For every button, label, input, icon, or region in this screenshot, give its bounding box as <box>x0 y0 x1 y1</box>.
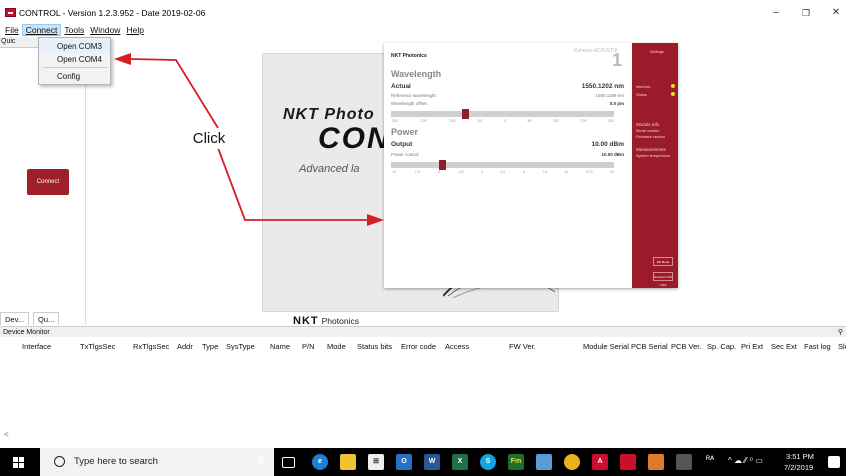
pin-icon[interactable]: ⚲ <box>838 327 843 338</box>
acrobat-icon[interactable]: A <box>592 454 608 470</box>
column-header[interactable]: PCB Ver. <box>671 342 701 351</box>
menu-config[interactable]: Config <box>39 70 110 83</box>
column-header[interactable]: Module Serial <box>583 342 629 351</box>
column-header[interactable]: Sec Ext <box>771 342 797 351</box>
clock-date[interactable]: 7/2/2019 <box>784 463 813 472</box>
people-icon[interactable]: ᴿᴬ <box>706 454 714 464</box>
device-monitor-header: Interface TxTlgsSec RxTlgsSec Addr Type SysTy… <box>0 342 846 354</box>
column-header[interactable]: TxTlgsSec <box>80 342 115 351</box>
menu-open-com4[interactable]: Open COM4 <box>39 53 110 66</box>
store-icon[interactable]: ⊞ <box>368 454 384 470</box>
column-header[interactable]: Access <box>445 342 469 351</box>
column-header[interactable]: Pri Ext <box>741 342 763 351</box>
search-placeholder: Type here to search <box>74 456 158 467</box>
excel-icon[interactable]: X <box>452 454 468 470</box>
column-header[interactable]: Fast log <box>804 342 831 351</box>
column-header[interactable]: PCB Serial <box>631 342 668 351</box>
windows-logo-icon <box>13 457 24 468</box>
column-header[interactable]: Slo <box>838 342 846 351</box>
device-monitor-table <box>0 355 846 428</box>
control-app-icon[interactable] <box>620 454 636 470</box>
column-header[interactable]: FW Ver. <box>509 342 536 351</box>
column-header[interactable]: Type <box>202 342 218 351</box>
word-icon[interactable]: W <box>424 454 440 470</box>
action-center-icon[interactable] <box>828 456 840 468</box>
snip-icon[interactable] <box>648 454 664 470</box>
microphone-icon[interactable]: 🎙 <box>254 455 267 466</box>
app-icon-misc[interactable] <box>676 454 692 470</box>
cortana-icon <box>54 456 65 467</box>
menu-separator <box>43 67 107 68</box>
column-header[interactable]: P/N <box>302 342 315 351</box>
column-header[interactable]: Error code <box>401 342 436 351</box>
column-header[interactable]: Sp. Cap. <box>707 342 736 351</box>
notes-icon[interactable] <box>536 454 552 470</box>
skype-icon[interactable]: S <box>480 454 496 470</box>
start-button[interactable] <box>0 448 40 476</box>
taskbar-search[interactable]: Type here to search <box>40 448 274 476</box>
chrome-icon[interactable] <box>564 454 580 470</box>
column-header[interactable]: Interface <box>22 342 51 351</box>
edge-icon[interactable]: e <box>312 454 328 470</box>
system-tray-icons[interactable]: ^ ☁ ⁄⁄ ⁾⁾ ▭ <box>728 456 763 465</box>
menu-open-com3[interactable]: Open COM3 <box>39 40 110 53</box>
column-header[interactable]: RxTlgsSec <box>133 342 169 351</box>
clock-time[interactable]: 3:51 PM <box>786 452 814 461</box>
click-annotation-label: Click <box>184 128 234 149</box>
task-view-icon[interactable] <box>282 457 295 468</box>
column-header[interactable]: Name <box>270 342 290 351</box>
column-header[interactable]: Mode <box>327 342 346 351</box>
outlook-icon[interactable]: O <box>396 454 412 470</box>
file-explorer-icon[interactable] <box>340 454 356 470</box>
taskbar: Type here to search 🎙 e ⊞ O W X S Fm A ᴿ… <box>0 448 846 476</box>
device-monitor-title: Device Monitor <box>3 329 50 336</box>
connect-dropdown-menu: Open COM3 Open COM4 Config <box>38 37 111 85</box>
scroll-left-button[interactable]: < <box>4 430 9 439</box>
framemaker-icon[interactable]: Fm <box>508 454 524 470</box>
column-header[interactable]: SysType <box>226 342 255 351</box>
column-header[interactable]: Addr <box>177 342 193 351</box>
device-monitor-title-bar: Device Monitor ⚲ <box>0 326 846 337</box>
column-header[interactable]: Status bits <box>357 342 392 351</box>
